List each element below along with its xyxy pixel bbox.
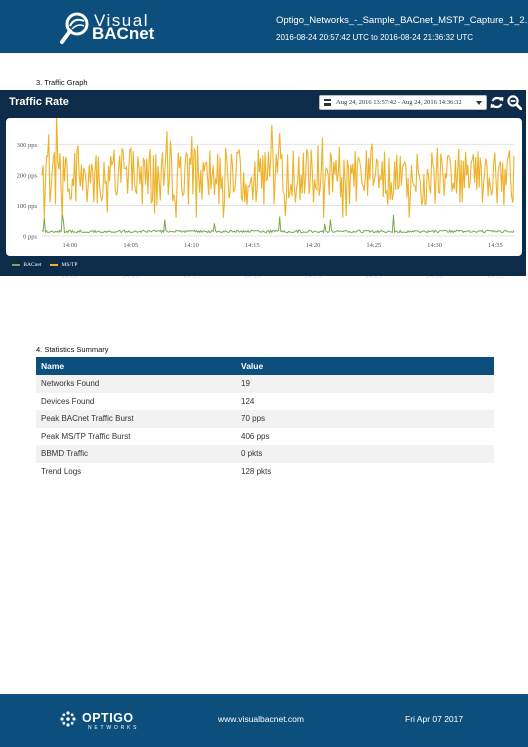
ghost-tick-label: 14:30 <box>425 276 444 280</box>
x-tick-label: 14:20 <box>306 242 321 249</box>
x-tick-label: 14:05 <box>123 242 138 249</box>
x-tick-label: 14:30 <box>427 242 442 249</box>
table-row: Networks Found 19 <box>36 375 494 393</box>
x-tick-label: 14:15 <box>245 242 260 249</box>
table-header-row: Name Value <box>36 357 494 375</box>
table-row: Trend Logs 128 pkts <box>36 463 494 481</box>
refresh-icon[interactable] <box>490 95 504 110</box>
stat-value: 70 pps <box>236 410 494 428</box>
capture-date-range: 2016-08-24 20:57:42 UTC to 2016-08-24 21… <box>276 33 474 42</box>
table-row: Peak BACnet Traffic Burst 70 pps <box>36 410 494 428</box>
x-tick-label: 14:00 <box>63 242 78 249</box>
stat-value: 19 <box>236 375 494 393</box>
ghost-tick-label: 14:05 <box>121 276 140 280</box>
ghost-tick-label: 14:15 <box>243 276 261 280</box>
ghost-tick-label: 14:20 <box>304 276 322 280</box>
traffic-section-title: 3. Traffic Graph <box>36 78 88 87</box>
legend-label-bacnet[interactable]: BACnet <box>23 262 41 268</box>
y-tick-label: 200 pps <box>17 172 38 179</box>
legend-swatch-mstp <box>50 264 59 266</box>
series-line-mstp <box>41 118 515 218</box>
y-tick-label: 300 pps <box>17 142 38 149</box>
stat-name: Peak BACnet Traffic Burst <box>36 410 236 428</box>
x-tick-label: 14:10 <box>184 242 199 249</box>
column-header-name: Name <box>36 357 236 375</box>
footer-brand-sub: NETWORKS <box>88 725 140 731</box>
y-tick-label: 100 pps <box>17 203 38 210</box>
stats-section-title: 4. Statistics Summary <box>36 345 109 354</box>
capture-file-name: Optigo_Networks_-_Sample_BACnet_MSTP_Cap… <box>276 15 528 26</box>
stat-value: 0 pkts <box>236 445 494 463</box>
logo-text-bacnet: BACnet <box>92 24 155 43</box>
ghost-tick-label: 14:10 <box>182 276 201 280</box>
x-tick-label: 14:35 <box>488 242 503 249</box>
footer-website-link[interactable]: www.visualbacnet.com <box>218 714 304 724</box>
table-row: Peak MS/TP Traffic Burst 406 pps <box>36 428 494 446</box>
table-row: Devices Found 124 <box>36 393 494 411</box>
legend-label-mstp[interactable]: MS/TP <box>62 262 78 268</box>
stat-name: BBMD Traffic <box>36 445 236 463</box>
stat-name: Devices Found <box>41 396 95 406</box>
stat-name: Peak MS/TP Traffic Burst <box>41 431 131 441</box>
footer-date: Fri Apr 07 2017 <box>405 714 464 724</box>
optigo-logo-icon <box>60 711 76 727</box>
legend-swatch-bacnet <box>12 264 20 266</box>
stat-name: Trend Logs <box>41 466 82 476</box>
chevron-down-icon <box>476 101 482 105</box>
ghost-tick-row: 14:00 14:05 14:10 14:15 14:20 14:25 14:30 14:35 <box>0 276 528 281</box>
statistics-table: Name Value Networks Found 19 Devices Fou… <box>36 357 494 480</box>
stat-value: 128 pkts <box>241 466 272 476</box>
date-range-picker[interactable]: Aug 24, 2016 13:57:42 - Aug 24, 2016 14:… <box>319 95 487 110</box>
ghost-tick-label: 14:00 <box>60 276 79 280</box>
traffic-rate-chart: 0 pps 100 pps 200 pps 300 pps 14:00 14:05 14:1… <box>17 118 515 249</box>
x-tick-label: 14:25 <box>366 242 381 249</box>
series-line-bacnet <box>41 214 515 234</box>
column-header-value: Value <box>236 357 494 375</box>
table-row: BBMD Traffic 0 pkts <box>36 445 494 463</box>
y-tick-label: 0 pps <box>23 234 37 241</box>
stat-name: Networks Found <box>36 375 236 393</box>
stat-value: 406 pps <box>241 431 270 441</box>
ghost-tick-label: 14:35 <box>486 276 504 280</box>
footer-brand: OPTIGO <box>82 711 134 725</box>
date-range-value: Aug 24, 2016 13:57:42 - Aug 24, 2016 14:… <box>336 99 462 106</box>
ghost-tick-label: 14:25 <box>364 276 383 280</box>
chart-title: Traffic Rate <box>9 96 69 108</box>
zoom-out-icon[interactable] <box>507 95 522 110</box>
stat-value: 124 <box>241 396 255 406</box>
chart-legend: BACnet MS/TP <box>12 262 77 268</box>
calendar-icon <box>324 99 331 106</box>
